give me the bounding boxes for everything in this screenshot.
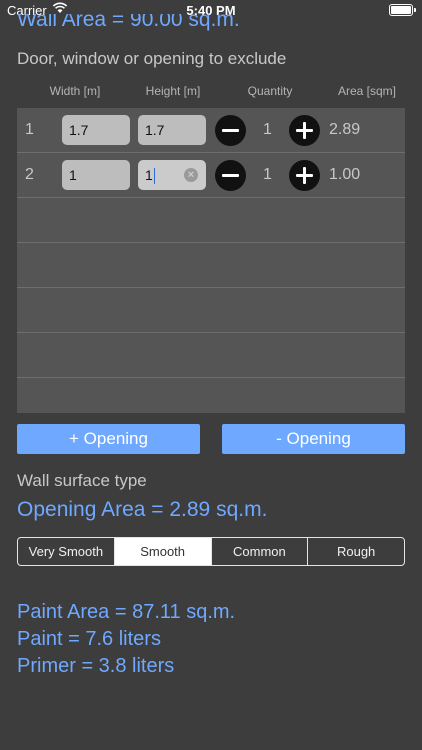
openings-table: 1 1.7 1.7 1 2.89 2 1 1 × 1 1.00 [17, 108, 405, 413]
increase-quantity-button[interactable] [289, 115, 320, 146]
battery-icon [389, 4, 416, 16]
empty-row [17, 288, 405, 333]
wall-area-label: Wall Area = 90.00 sq.m. [17, 14, 240, 31]
paint-area-result: Paint Area = 87.11 sq.m. [17, 601, 236, 623]
width-input[interactable]: 1 [62, 160, 130, 190]
height-input[interactable]: 1.7 [138, 115, 206, 145]
segment-smooth[interactable]: Smooth [114, 538, 212, 565]
opening-area-label: Opening Area = 2.89 sq.m. [17, 498, 268, 521]
row-number: 1 [25, 121, 34, 138]
results-panel: Paint Area = 87.11 sq.m. Paint = 7.6 lit… [17, 599, 235, 680]
clear-icon[interactable]: × [184, 168, 198, 182]
table-row: 1 1.7 1.7 1 2.89 [17, 108, 405, 153]
primer-result: Primer = 3.8 liters [17, 655, 175, 677]
segment-very-smooth[interactable]: Very Smooth [18, 538, 115, 565]
minus-icon [222, 129, 239, 132]
surface-type-selector: Very Smooth Smooth Common Rough [17, 537, 405, 566]
height-input[interactable]: 1 × [138, 160, 206, 190]
minus-icon [222, 174, 239, 177]
empty-row [17, 333, 405, 378]
column-header-area: Area [sqm] [337, 84, 397, 98]
width-input[interactable]: 1.7 [62, 115, 130, 145]
increase-quantity-button[interactable] [289, 160, 320, 191]
decrease-quantity-button[interactable] [215, 115, 246, 146]
height-input-value: 1 [145, 167, 153, 183]
row-number: 2 [25, 166, 34, 183]
paint-result: Paint = 7.6 liters [17, 628, 161, 650]
quantity-value: 1 [263, 121, 272, 138]
area-value: 1.00 [329, 166, 361, 183]
add-opening-button[interactable]: + Opening [17, 424, 200, 454]
decrease-quantity-button[interactable] [215, 160, 246, 191]
area-value: 2.89 [329, 121, 361, 138]
openings-section-title: Door, window or opening to exclude [17, 49, 287, 68]
column-header-height: Height [m] [145, 84, 201, 98]
remove-opening-button[interactable]: - Opening [222, 424, 405, 454]
column-header-quantity: Quantity [247, 84, 293, 98]
surface-type-label: Wall surface type [17, 471, 147, 490]
segment-rough[interactable]: Rough [308, 538, 404, 565]
empty-row [17, 198, 405, 243]
table-row: 2 1 1 × 1 1.00 [17, 153, 405, 198]
segment-common[interactable]: Common [212, 538, 309, 565]
empty-row [17, 243, 405, 288]
text-cursor [153, 168, 155, 185]
column-header-width: Width [m] [49, 84, 101, 98]
quantity-value: 1 [263, 166, 272, 183]
